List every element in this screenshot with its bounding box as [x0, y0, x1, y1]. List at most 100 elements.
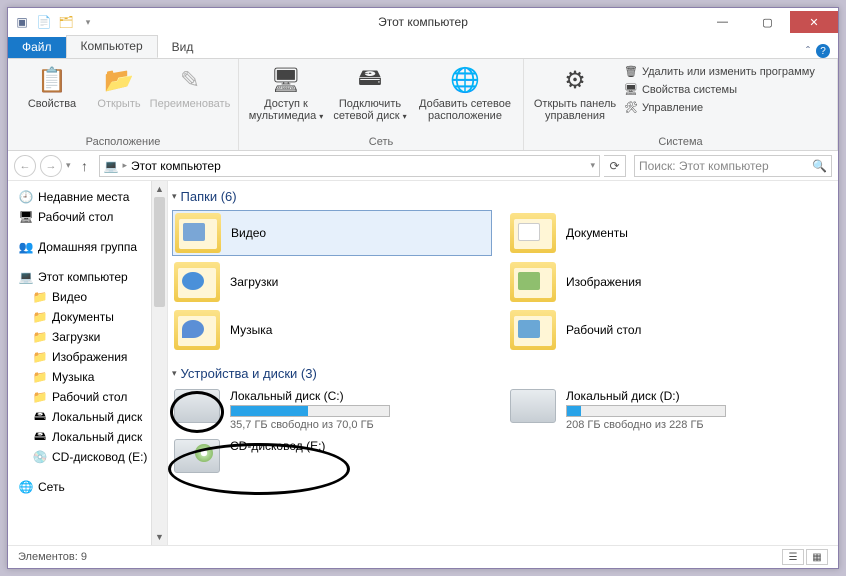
drive-cd[interactable]: CD-дисковод (E:) — [172, 437, 492, 475]
nav-downloads[interactable]: 📁Загрузки — [8, 327, 167, 347]
tab-view[interactable]: Вид — [158, 37, 208, 58]
control-panel-button[interactable]: ⚙Открыть панель управления — [532, 62, 618, 122]
network-icon: 🌐 — [18, 479, 34, 495]
properties-icon[interactable]: ▣ — [14, 14, 30, 30]
details-view-button[interactable]: ☰ — [782, 549, 804, 565]
uninstall-button[interactable]: 🗑Удалить или изменить программу — [622, 64, 817, 79]
nav-pictures[interactable]: 📁Изображения — [8, 347, 167, 367]
nav-music[interactable]: 📁Музыка — [8, 367, 167, 387]
tab-computer[interactable]: Компьютер — [66, 35, 158, 58]
nav-diskc[interactable]: 🖴Локальный диск — [8, 407, 167, 427]
system-properties-button[interactable]: 🖥Свойства системы — [622, 82, 817, 97]
add-network-button[interactable]: 🌐Добавить сетевое расположение — [415, 62, 515, 122]
breadcrumb-segment[interactable]: Этот компьютер — [131, 159, 221, 173]
manage-icon: 🛠 — [624, 101, 638, 114]
search-icon[interactable]: 🔍 — [812, 159, 827, 173]
nav-desktop2[interactable]: 📁Рабочий стол — [8, 387, 167, 407]
drive-d[interactable]: Локальный диск (D:) 208 ГБ свободно из 2… — [508, 387, 828, 433]
manage-button[interactable]: 🛠Управление — [622, 100, 817, 115]
window-title: Этот компьютер — [378, 15, 468, 29]
back-button[interactable]: ← — [14, 155, 36, 177]
media-access-button[interactable]: 🖥Доступ к мультимедиа ▾ — [247, 62, 325, 122]
tiles-view-button[interactable]: ▦ — [806, 549, 828, 565]
folder-icon — [510, 213, 556, 253]
scroll-thumb[interactable] — [154, 197, 165, 307]
history-dropdown-icon[interactable]: ▾ — [66, 160, 71, 171]
rename-button[interactable]: ✎Переименовать — [150, 62, 230, 110]
folder-desktop[interactable]: Рабочий стол — [508, 308, 828, 352]
address-bar-row: ← → ▾ ↑ 💻 ▸ Этот компьютер ▾ ⟳ Поиск: Эт… — [8, 151, 838, 181]
recent-icon: 🕘 — [18, 189, 34, 205]
drive-icon: 🖴 — [32, 429, 48, 445]
drive-icon — [174, 389, 220, 423]
add-network-icon: 🌐 — [449, 64, 481, 96]
folders-grid: Видео Документы Загрузки Изображения Муз… — [172, 210, 828, 352]
body: 🕘Недавние места 🖥Рабочий стол 👥Домашняя … — [8, 181, 838, 545]
minimize-button[interactable]: — — [700, 11, 745, 33]
nav-scrollbar[interactable]: ▲ ▼ — [151, 181, 167, 545]
folder-video[interactable]: Видео — [172, 210, 492, 256]
folder-downloads[interactable]: Загрузки — [172, 260, 492, 304]
sysprops-icon: 🖥 — [624, 83, 638, 96]
breadcrumb[interactable]: 💻 ▸ Этот компьютер ▾ — [99, 155, 600, 177]
media-icon: 🖥 — [270, 64, 302, 96]
map-drive-icon: 🖴 — [354, 64, 386, 96]
nav-network[interactable]: 🌐Сеть — [8, 477, 167, 497]
explorer-icon: 🗂 — [58, 14, 74, 30]
up-button[interactable]: ↑ — [75, 156, 95, 176]
help-icon[interactable]: ? — [816, 44, 830, 58]
nav-recent[interactable]: 🕘Недавние места — [8, 187, 167, 207]
map-drive-button[interactable]: 🖴Подключить сетевой диск ▾ — [329, 62, 411, 122]
properties-button[interactable]: 📋Свойства — [16, 62, 88, 110]
nav-cd[interactable]: 💿CD-дисковод (E:) — [8, 447, 167, 467]
new-folder-icon[interactable]: 📄 — [36, 14, 52, 30]
scroll-up-icon[interactable]: ▲ — [152, 181, 167, 197]
folder-icon — [175, 213, 221, 253]
folder-icon: 📁 — [32, 329, 48, 345]
scroll-down-icon[interactable]: ▼ — [152, 529, 167, 545]
ribbon-collapse-icon[interactable]: ˆ — [806, 44, 810, 58]
nav-video[interactable]: 📁Видео — [8, 287, 167, 307]
drives-section-header[interactable]: ▾ Устройства и диски (3) — [172, 366, 828, 381]
chevron-right-icon[interactable]: ▸ — [122, 160, 127, 171]
nav-documents[interactable]: 📁Документы — [8, 307, 167, 327]
group-system-label: Система — [532, 136, 829, 149]
open-icon: 📂 — [103, 64, 135, 96]
close-button[interactable]: ✕ — [790, 11, 838, 33]
group-network-label: Сеть — [247, 136, 515, 149]
nav-thispc[interactable]: 💻Этот компьютер — [8, 267, 167, 287]
folder-icon — [174, 262, 220, 302]
pc-icon: 💻 — [18, 269, 34, 285]
maximize-button[interactable]: ▢ — [745, 11, 790, 33]
desktop-icon: 🖥 — [18, 209, 34, 225]
folder-icon: 📁 — [32, 369, 48, 385]
qat-dropdown-icon[interactable]: ▾ — [80, 14, 96, 30]
cd-drive-icon — [174, 439, 220, 473]
chevron-down-icon[interactable]: ▾ — [590, 160, 595, 171]
pc-icon: 💻 — [104, 159, 119, 173]
nav-homegroup[interactable]: 👥Домашняя группа — [8, 237, 167, 257]
forward-button[interactable]: → — [40, 155, 62, 177]
control-panel-icon: ⚙ — [559, 64, 591, 96]
uninstall-icon: 🗑 — [624, 65, 638, 78]
item-count: Элементов: 9 — [18, 551, 87, 563]
ribbon-tabs: Файл Компьютер Вид ˆ ? — [8, 36, 838, 59]
collapse-icon[interactable]: ▾ — [172, 191, 177, 202]
tab-file[interactable]: Файл — [8, 37, 66, 58]
navigation-pane: 🕘Недавние места 🖥Рабочий стол 👥Домашняя … — [8, 181, 168, 545]
folder-music[interactable]: Музыка — [172, 308, 492, 352]
content-pane: ▾ Папки (6) Видео Документы Загрузки Изо… — [168, 181, 838, 545]
refresh-button[interactable]: ⟳ — [604, 155, 626, 177]
nav-diskd[interactable]: 🖴Локальный диск — [8, 427, 167, 447]
search-input[interactable]: Поиск: Этот компьютер 🔍 — [634, 155, 832, 177]
open-button[interactable]: 📂Открыть — [92, 62, 146, 110]
drive-icon: 🖴 — [32, 409, 48, 425]
folder-documents[interactable]: Документы — [508, 210, 828, 256]
drive-c[interactable]: Локальный диск (C:) 35,7 ГБ свободно из … — [172, 387, 492, 433]
ribbon: 📋Свойства 📂Открыть ✎Переименовать Распол… — [8, 59, 838, 151]
collapse-icon[interactable]: ▾ — [172, 368, 177, 379]
folder-pictures[interactable]: Изображения — [508, 260, 828, 304]
folders-section-header[interactable]: ▾ Папки (6) — [172, 189, 828, 204]
folder-icon — [510, 262, 556, 302]
nav-desktop[interactable]: 🖥Рабочий стол — [8, 207, 167, 227]
